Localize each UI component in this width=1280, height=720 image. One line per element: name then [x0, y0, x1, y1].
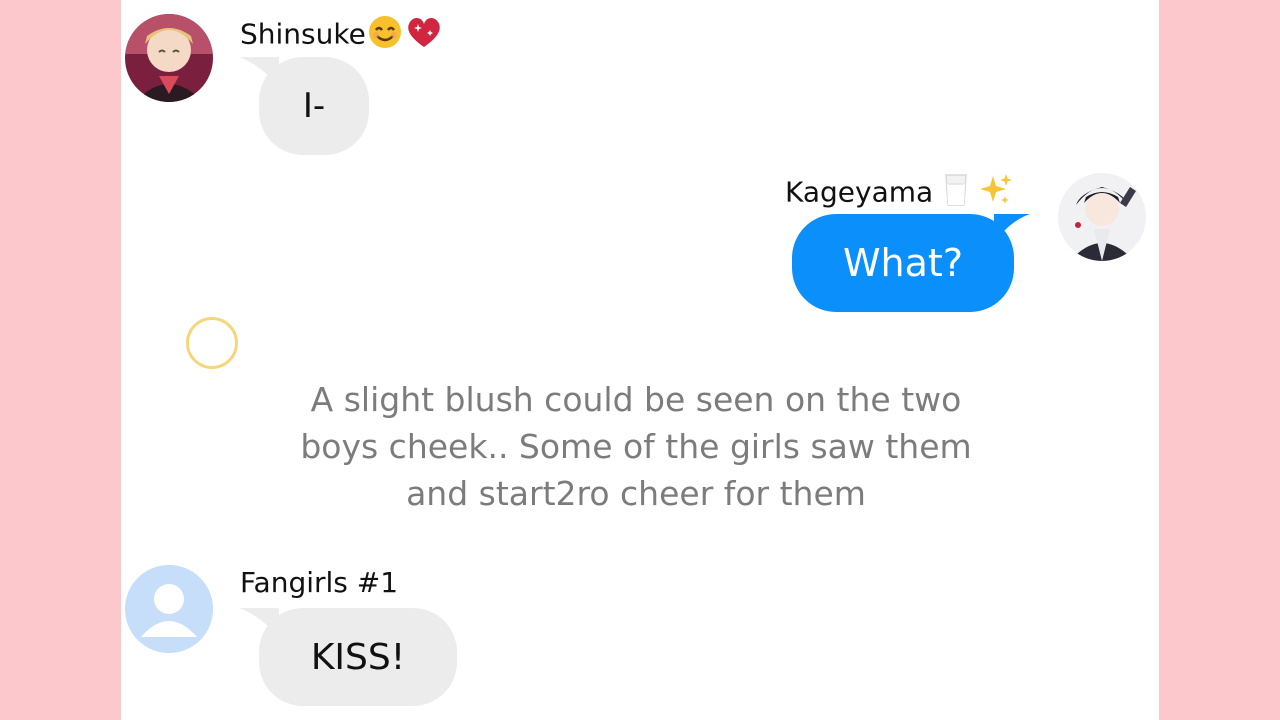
sparkling-heart-emoji-icon: [404, 14, 444, 57]
sender-name-text: Fangirls #1: [240, 566, 399, 599]
sparkles-emoji-icon: [979, 172, 1013, 215]
message-bubble-kageyama[interactable]: What?: [792, 214, 1014, 312]
sender-name-kageyama: Kageyama: [785, 172, 1013, 215]
message-text: What?: [842, 241, 963, 285]
sender-name-text: Shinsuke: [240, 17, 366, 51]
narration-text: A slight blush could be seen on the two …: [261, 376, 1011, 517]
bubble-tail: [239, 608, 279, 638]
avatar-default[interactable]: [125, 565, 213, 653]
message-bubble-fangirls[interactable]: KISS!: [259, 608, 457, 706]
milk-glass-emoji-icon: [942, 172, 970, 215]
message-text: KISS!: [310, 636, 406, 678]
narration-line: A slight blush could be seen on the two: [310, 380, 962, 419]
circle-icon: [186, 317, 238, 369]
smiling-face-emoji-icon: [366, 14, 404, 57]
sender-name-fangirls: Fangirls #1: [240, 566, 398, 599]
bubble-tail: [239, 57, 279, 87]
sender-name-text: Kageyama: [785, 175, 934, 209]
sender-name-shinsuke: Shinsuke: [240, 14, 444, 57]
avatar-shinsuke[interactable]: [125, 14, 213, 102]
message-text: I-: [302, 86, 326, 126]
chat-thread: Shinsuke I- Kageyama What? A slight blus…: [121, 0, 1159, 720]
avatar-kageyama[interactable]: [1058, 173, 1146, 261]
bubble-tail: [994, 214, 1030, 244]
narration-line: and start2ro cheer for them: [406, 474, 866, 513]
narration-line: boys cheek.. Some of the girls saw them: [300, 427, 972, 466]
